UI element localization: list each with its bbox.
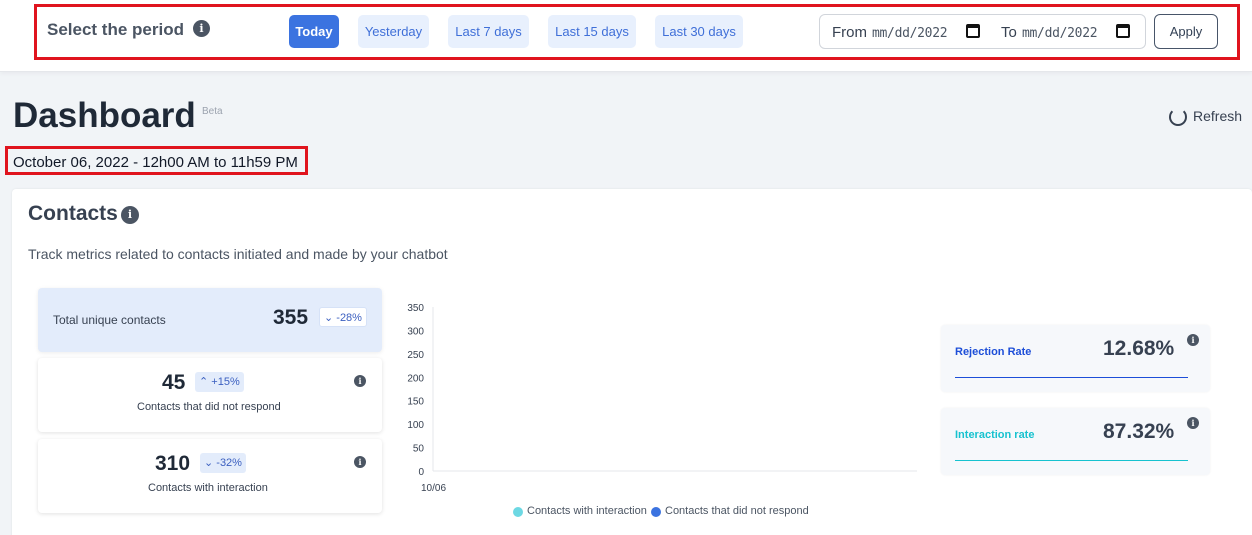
interaction-rate-card: Interaction rate 87.32% i bbox=[941, 408, 1210, 475]
beta-badge: Beta bbox=[202, 106, 223, 117]
metric-label: Total unique contacts bbox=[53, 313, 166, 327]
chart-svg: 0 50 100 150 200 250 300 350 10/06 bbox=[407, 303, 917, 494]
info-icon[interactable]: i bbox=[193, 20, 210, 37]
calendar-icon[interactable] bbox=[966, 24, 980, 38]
to-label: To bbox=[1001, 24, 1017, 41]
y-tick-label: 0 bbox=[418, 467, 424, 478]
change-badge: ⌄ -28% bbox=[319, 307, 367, 327]
date-range-text: October 06, 2022 - 12h00 AM to 11h59 PM bbox=[13, 154, 298, 171]
info-icon[interactable]: i bbox=[354, 456, 366, 468]
legend-label[interactable]: Contacts that did not respond bbox=[665, 505, 809, 517]
chevron-down-icon: ⌄ bbox=[204, 457, 214, 469]
y-tick-label: 300 bbox=[407, 326, 424, 337]
x-tick-label: 10/06 bbox=[421, 483, 446, 494]
metric-label: Contacts that did not respond bbox=[137, 401, 281, 413]
metric-value: 355 bbox=[273, 306, 309, 329]
date-range-picker: From mm/dd/2022 To mm/dd/2022 bbox=[819, 14, 1146, 49]
refresh-button[interactable]: Refresh bbox=[1193, 108, 1242, 124]
rate-value: 12.68% bbox=[1103, 337, 1175, 360]
metric-label: Contacts with interaction bbox=[148, 482, 268, 494]
y-tick-label: 100 bbox=[407, 420, 424, 431]
rate-underline bbox=[955, 377, 1188, 378]
change-badge: ⌄ -32% bbox=[200, 453, 246, 473]
contacts-chart: 0 50 100 150 200 250 300 350 10/06 bbox=[400, 295, 930, 525]
apply-button[interactable]: Apply bbox=[1154, 14, 1218, 49]
y-tick-label: 250 bbox=[407, 350, 424, 361]
y-tick-label: 50 bbox=[413, 444, 425, 455]
rejection-rate-card: Rejection Rate 12.68% i bbox=[941, 325, 1210, 392]
change-badge: ⌃ +15% bbox=[195, 372, 244, 392]
legend-swatch-no-response bbox=[651, 507, 661, 517]
y-tick-label: 200 bbox=[407, 373, 424, 384]
contacts-subtitle: Track metrics related to contacts initia… bbox=[28, 246, 448, 262]
legend-label[interactable]: Contacts with interaction bbox=[527, 505, 647, 517]
metric-did-not-respond: 45 ⌃ +15% i Contacts that did not respon… bbox=[38, 358, 382, 432]
from-date-input[interactable]: mm/dd/2022 bbox=[872, 26, 948, 41]
metric-value: 310 bbox=[155, 452, 191, 475]
rate-label: Rejection Rate bbox=[955, 346, 1032, 358]
from-label: From bbox=[832, 24, 867, 41]
refresh-icon[interactable] bbox=[1169, 108, 1187, 126]
chevron-up-icon: ⌃ bbox=[199, 376, 209, 388]
period-title: Select the period bbox=[47, 20, 184, 39]
page-title: Dashboard bbox=[13, 96, 196, 135]
to-date-input[interactable]: mm/dd/2022 bbox=[1022, 26, 1098, 41]
period-today-button[interactable]: Today bbox=[289, 15, 339, 48]
period-yesterday-button[interactable]: Yesterday bbox=[358, 15, 429, 48]
contacts-title: Contacts bbox=[28, 202, 118, 225]
legend-swatch-interaction bbox=[513, 507, 523, 517]
metric-with-interaction: 310 ⌄ -32% i Contacts with interaction bbox=[38, 439, 382, 513]
calendar-icon[interactable] bbox=[1116, 24, 1130, 38]
rate-underline bbox=[955, 460, 1188, 461]
metric-total-unique-contacts: Total unique contacts 355 ⌄ -28% bbox=[38, 288, 382, 352]
period-last-7-days-button[interactable]: Last 7 days bbox=[448, 15, 529, 48]
info-icon[interactable]: i bbox=[121, 206, 139, 224]
rate-label: Interaction rate bbox=[955, 429, 1035, 441]
period-last-30-days-button[interactable]: Last 30 days bbox=[655, 15, 743, 48]
y-tick-label: 350 bbox=[407, 303, 424, 314]
metric-value: 45 bbox=[162, 371, 186, 394]
info-icon[interactable]: i bbox=[354, 375, 366, 387]
y-tick-label: 150 bbox=[407, 397, 424, 408]
info-icon[interactable]: i bbox=[1187, 417, 1199, 429]
chevron-down-icon: ⌄ bbox=[324, 312, 334, 324]
info-icon[interactable]: i bbox=[1187, 334, 1199, 346]
period-last-15-days-button[interactable]: Last 15 days bbox=[548, 15, 636, 48]
rate-value: 87.32% bbox=[1103, 420, 1175, 443]
